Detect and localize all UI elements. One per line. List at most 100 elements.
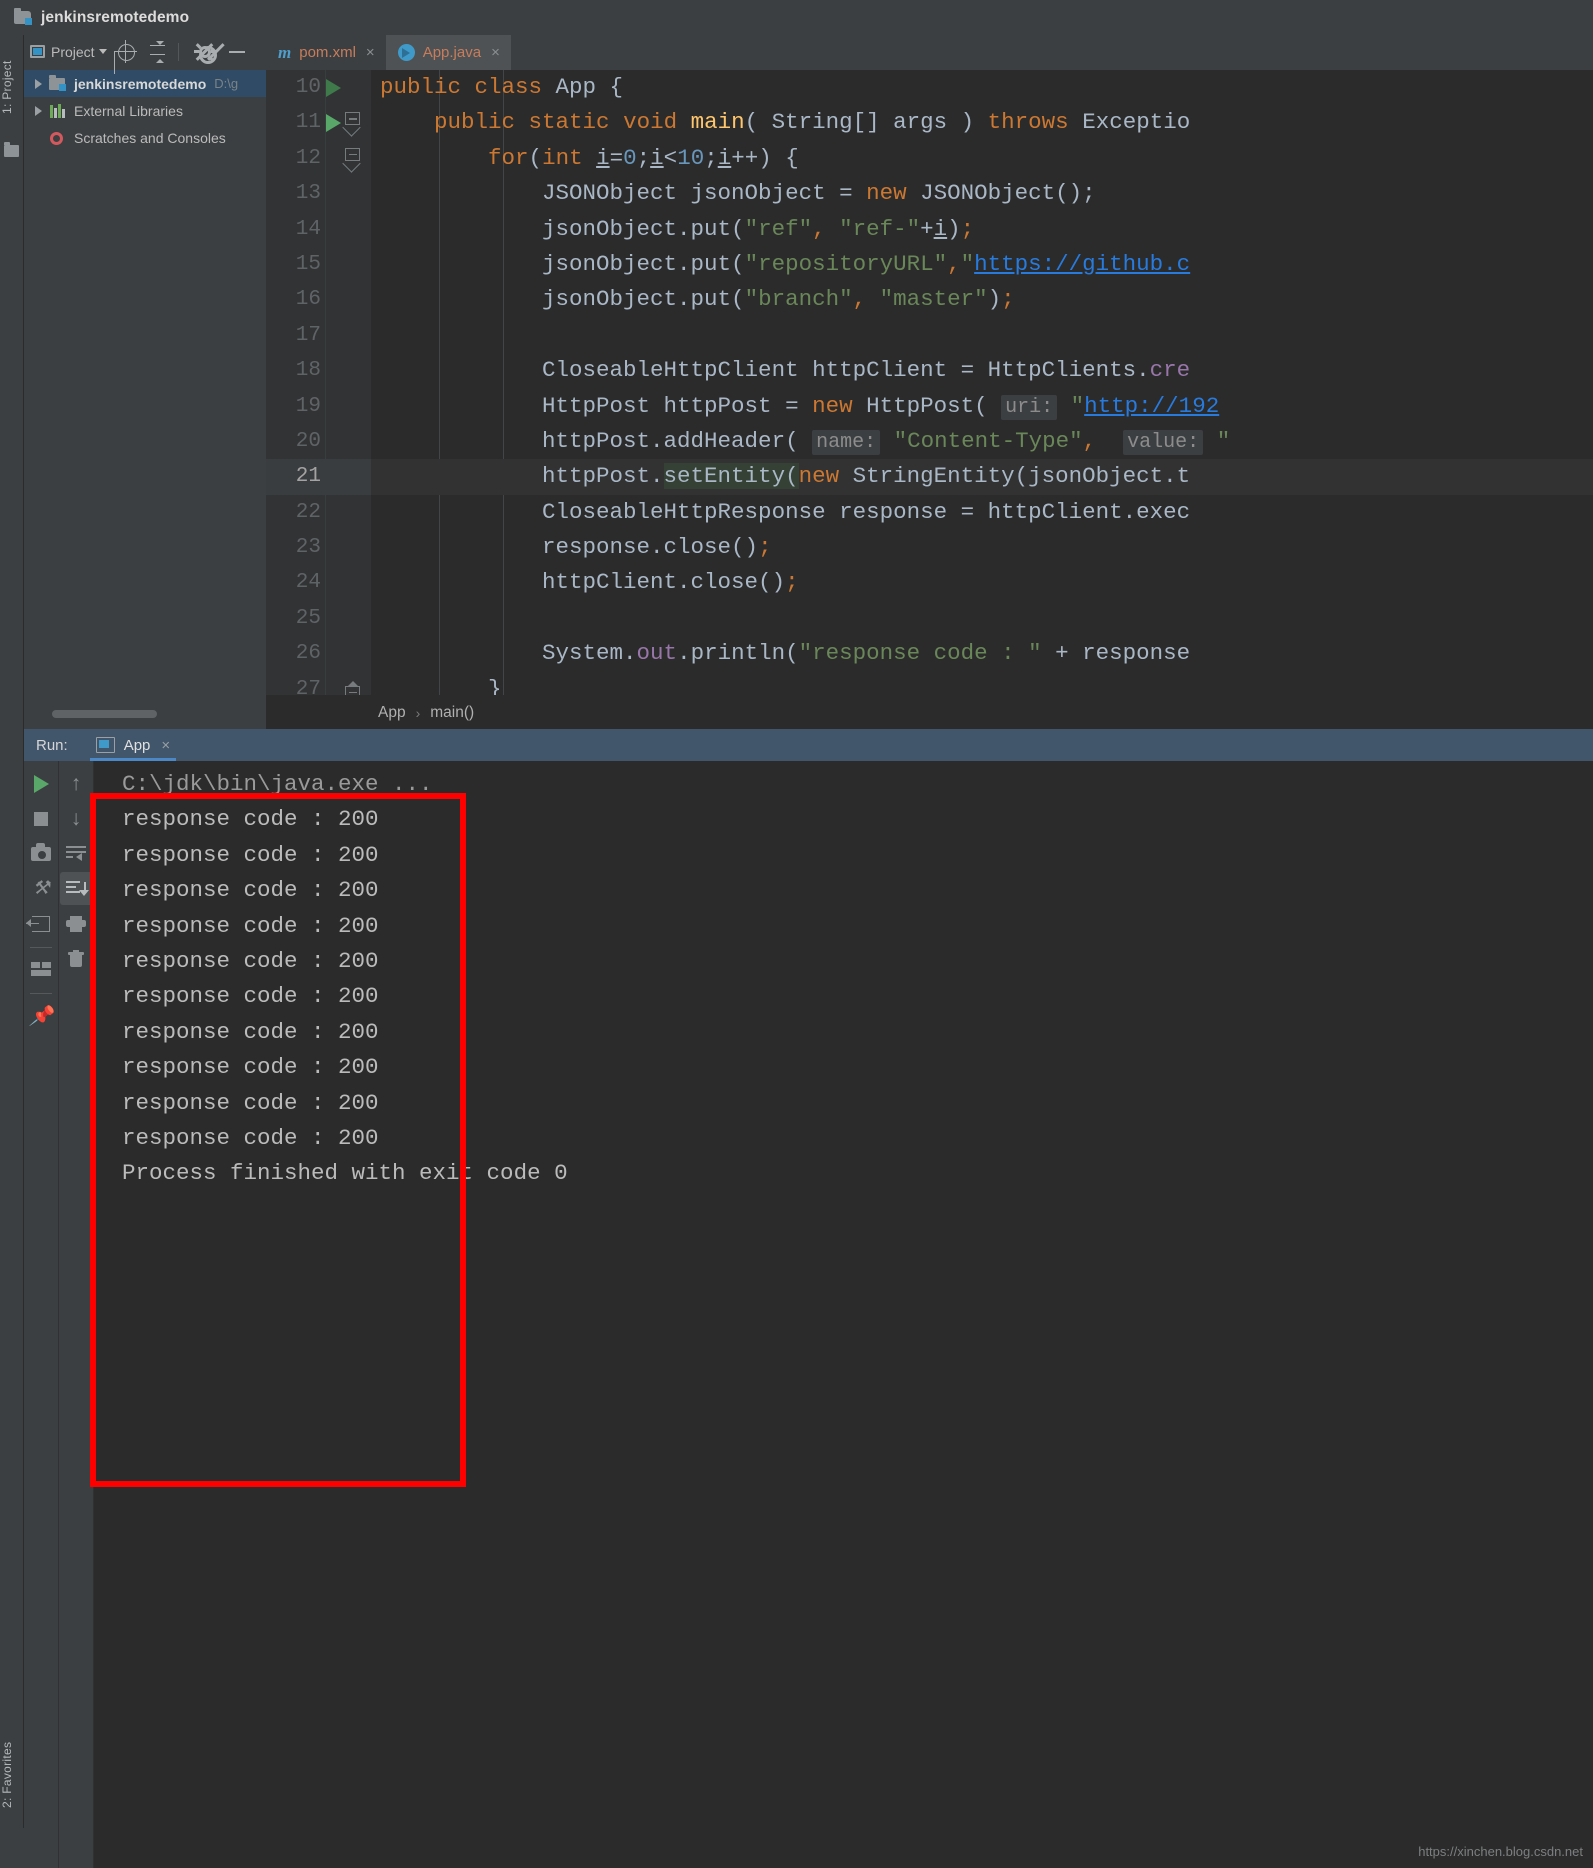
code-line[interactable]: httpClient.close();: [371, 565, 1593, 600]
code-line[interactable]: }: [371, 672, 1593, 695]
tree-item-scratches-and-consoles[interactable]: Scratches and Consoles: [24, 124, 266, 151]
line-number: 10: [295, 76, 321, 99]
code-line[interactable]: [371, 601, 1593, 636]
sidebar-tab-project[interactable]: 1: Project: [0, 40, 24, 135]
window-title: jenkinsremotedemo: [41, 8, 190, 26]
maven-icon: m: [278, 42, 292, 62]
line-number: 14: [295, 217, 321, 241]
scroll-to-end-button[interactable]: [59, 872, 93, 905]
libraries-icon: [48, 103, 68, 119]
tree-item-external-libraries[interactable]: External Libraries: [24, 97, 266, 124]
clear-all-button[interactable]: [60, 942, 93, 975]
fold-region-icon[interactable]: [342, 147, 362, 173]
project-horizontal-scrollbar[interactable]: [52, 710, 157, 718]
close-icon[interactable]: ×: [366, 45, 375, 60]
fold-region-end-icon[interactable]: [343, 680, 362, 695]
rerun-button[interactable]: [25, 767, 58, 800]
line-number: 26: [295, 642, 321, 666]
down-stack-trace-button[interactable]: ↓: [60, 802, 93, 835]
layout-button[interactable]: [25, 953, 58, 986]
run-toolbar-left: ⚒ 📌: [24, 761, 59, 1868]
code-line[interactable]: HttpPost httpPost = new HttpPost( uri: "…: [371, 389, 1593, 424]
console-output-line: response code : 200: [122, 1054, 379, 1081]
collapse-all-icon[interactable]: [145, 39, 171, 65]
run-tab-app[interactable]: App ×: [89, 729, 177, 761]
left-tool-strip: 1: Project 2: Favorites ★: [0, 35, 24, 1868]
code-editor[interactable]: 10 11 12 13 14 15 16 17 18 19 20 21 22 23 24 25 26 27 pub…: [266, 70, 1593, 695]
console-output-line: response code : 200: [122, 912, 379, 939]
line-number: 18: [295, 359, 321, 383]
project-strip-folder-icon: [4, 142, 19, 157]
project-folder-icon: [14, 8, 32, 25]
java-class-icon: [397, 44, 415, 61]
screenshot-button[interactable]: [25, 837, 58, 870]
dump-threads-button[interactable]: ⚒: [25, 872, 58, 905]
toolbar-divider: [177, 42, 179, 61]
code-line[interactable]: httpPost.setEntity(new StringEntity(json…: [371, 459, 1593, 495]
run-gutter-icon[interactable]: [326, 114, 341, 133]
run-toolbar-right: ↑ ↓: [59, 761, 94, 1868]
code-line[interactable]: httpPost.addHeader( name: "Content-Type"…: [371, 424, 1593, 459]
sidebar-tab-favorites[interactable]: 2: Favorites: [0, 1720, 24, 1830]
console-output-line: response code : 200: [122, 983, 379, 1010]
breadcrumb-method[interactable]: main(): [430, 704, 474, 722]
restore-layout-button[interactable]: [25, 907, 58, 940]
code-line[interactable]: jsonObject.put("branch", "master");: [371, 282, 1593, 317]
console-output-line: response code : 200: [122, 841, 379, 868]
console-output-line: response code : 200: [122, 1089, 379, 1116]
left-strip-bottom: [0, 1828, 24, 1868]
code-line[interactable]: [371, 318, 1593, 353]
line-number: 27: [295, 677, 321, 695]
hide-panel-icon[interactable]: [224, 39, 250, 65]
close-icon[interactable]: ×: [491, 45, 500, 60]
line-number: 19: [295, 394, 321, 418]
console-output[interactable]: C:\jdk\bin\java.exe ... response code : 2…: [94, 761, 1593, 1868]
code-line[interactable]: public class App {: [371, 70, 1593, 105]
run-tab-label: App: [123, 736, 151, 754]
close-icon[interactable]: ×: [161, 737, 170, 754]
fold-region-icon[interactable]: [342, 112, 362, 138]
project-view-icon: [30, 45, 45, 58]
code-line[interactable]: response.close();: [371, 530, 1593, 565]
console-output-line: response code : 200: [122, 1018, 379, 1045]
tab-pom-xml[interactable]: m pom.xml ×: [266, 35, 386, 70]
line-number: 23: [295, 536, 321, 560]
code-line[interactable]: jsonObject.put("repositoryURL","https://…: [371, 247, 1593, 282]
idea-window: jenkinsremotedemo 1: Project 2: Favorite…: [0, 0, 1593, 1868]
code-line[interactable]: JSONObject jsonObject = new JSONObject()…: [371, 176, 1593, 211]
code-line[interactable]: CloseableHttpClient httpClient = HttpCli…: [371, 353, 1593, 388]
line-number: 13: [295, 182, 321, 206]
console-exit-line: Process finished with exit code 0: [122, 1160, 568, 1187]
toolbar-divider: [30, 993, 52, 994]
up-stack-trace-button[interactable]: ↑: [60, 767, 93, 800]
window-titlebar: jenkinsremotedemo: [0, 0, 1593, 35]
code-line[interactable]: System.out.println("response code : " + …: [371, 636, 1593, 671]
code-line[interactable]: for(int i=0;i<10;i++) {: [371, 141, 1593, 176]
run-panel-header: Run: App ×: [24, 729, 1593, 761]
code-line[interactable]: public static void main( String[] args )…: [371, 105, 1593, 140]
tree-item-jenkinsremotedemo[interactable]: jenkinsremotedemo D:\g: [24, 70, 266, 97]
breadcrumb-class[interactable]: App: [378, 704, 406, 722]
gear-icon[interactable]: [192, 39, 218, 65]
print-button[interactable]: [60, 907, 93, 940]
locate-file-icon[interactable]: [113, 39, 139, 65]
tree-item-label: External Libraries: [74, 102, 183, 119]
code-text[interactable]: public class App { public static void ma…: [371, 70, 1593, 695]
stop-button[interactable]: [25, 802, 58, 835]
pin-tab-button[interactable]: 📌: [25, 999, 58, 1032]
expand-arrow-icon[interactable]: [28, 105, 48, 116]
soft-wrap-button[interactable]: [60, 837, 93, 870]
code-line[interactable]: jsonObject.put("ref", "ref-"+i);: [371, 212, 1593, 247]
code-line[interactable]: CloseableHttpResponse response = httpCli…: [371, 495, 1593, 530]
run-gutter-icon[interactable]: [326, 79, 341, 97]
project-view-selector[interactable]: Project: [30, 44, 107, 60]
line-number: 24: [295, 571, 321, 595]
expand-arrow-icon[interactable]: [28, 78, 48, 89]
editor-area: m pom.xml × App.java × 10 11 12 13 14 15 16 17 1…: [266, 35, 1593, 729]
tab-app-java[interactable]: App.java ×: [385, 35, 511, 70]
line-number: 12: [295, 146, 321, 170]
editor-tab-bar: m pom.xml × App.java ×: [266, 35, 1593, 70]
line-number: 17: [295, 323, 321, 347]
console-output-line: response code : 200: [122, 1125, 379, 1152]
console-output-line: response code : 200: [122, 806, 379, 833]
